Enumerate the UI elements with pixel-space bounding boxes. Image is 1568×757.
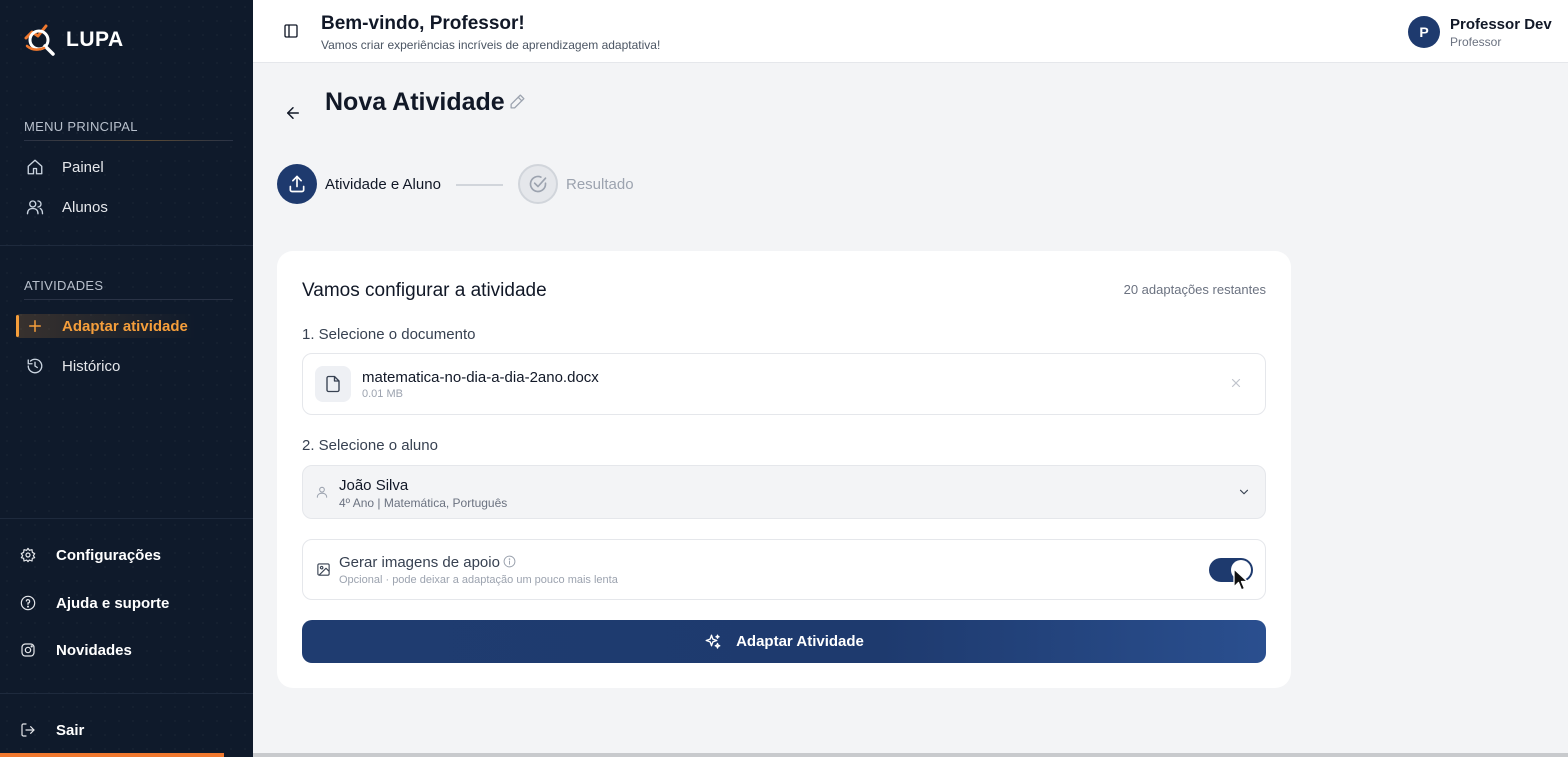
user-name: Professor Dev bbox=[1450, 16, 1552, 33]
student-select[interactable]: João Silva 4º Ano | Matemática, Portuguê… bbox=[302, 465, 1266, 519]
sidebar-toggle-icon[interactable] bbox=[283, 23, 299, 39]
logo[interactable]: LUPA bbox=[22, 22, 124, 58]
card-title: Vamos configurar a atividade bbox=[302, 280, 547, 301]
section-divider bbox=[24, 140, 233, 141]
sidebar-item-ajuda[interactable]: Ajuda e suporte bbox=[20, 591, 169, 615]
section-activities-label: ATIVIDADES bbox=[24, 278, 104, 293]
logout-button[interactable]: Sair bbox=[20, 718, 84, 742]
welcome-subtitle: Vamos criar experiências incríveis de ap… bbox=[321, 38, 661, 52]
sidebar-item-painel[interactable]: Painel bbox=[26, 155, 104, 179]
sidebar-divider bbox=[0, 693, 253, 694]
sidebar-divider bbox=[0, 518, 253, 519]
student-name: João Silva bbox=[339, 477, 409, 494]
file-icon-wrap bbox=[315, 366, 351, 402]
sidebar-divider bbox=[0, 245, 253, 246]
config-card: Vamos configurar a atividade 20 adaptaçõ… bbox=[277, 251, 1291, 688]
check-circle-icon bbox=[529, 175, 547, 193]
users-icon bbox=[26, 200, 44, 215]
back-arrow-icon[interactable] bbox=[284, 104, 302, 122]
selected-file[interactable]: matematica-no-dia-a-dia-2ano.docx 0.01 M… bbox=[302, 353, 1266, 415]
step-2-label: Resultado bbox=[566, 176, 634, 193]
welcome-title: Bem-vindo, Professor! bbox=[321, 13, 525, 34]
gear-icon bbox=[20, 547, 36, 563]
sidebar-item-novidades[interactable]: Novidades bbox=[20, 638, 132, 662]
images-label: Gerar imagens de apoio bbox=[339, 554, 500, 571]
sidebar-item-label: Alunos bbox=[62, 198, 108, 216]
step-1-indicator bbox=[277, 164, 317, 204]
adapt-button-label: Adaptar Atividade bbox=[736, 633, 864, 650]
image-icon bbox=[317, 563, 330, 576]
app-name: LUPA bbox=[66, 28, 124, 51]
section-main-label: MENU PRINCIPAL bbox=[24, 119, 138, 134]
edit-pencil-icon[interactable] bbox=[509, 93, 526, 110]
upload-icon bbox=[289, 175, 305, 193]
adapt-activity-button[interactable]: Adaptar Atividade bbox=[302, 620, 1266, 663]
active-item-indicator bbox=[16, 315, 19, 337]
avatar[interactable]: P bbox=[1408, 16, 1440, 48]
sidebar-item-configuracoes[interactable]: Configurações bbox=[20, 543, 161, 567]
mouse-cursor-icon bbox=[1233, 568, 1249, 591]
images-sublabel: Opcional · pode deixar a adaptação um po… bbox=[339, 574, 618, 586]
section-divider bbox=[24, 299, 233, 300]
sidebar-item-label: Novidades bbox=[56, 641, 132, 659]
file-name: matematica-no-dia-a-dia-2ano.docx bbox=[362, 369, 599, 386]
sidebar-item-historico[interactable]: Histórico bbox=[26, 354, 120, 378]
lupa-logo-icon bbox=[24, 24, 55, 56]
home-icon bbox=[27, 159, 43, 175]
info-icon[interactable] bbox=[503, 555, 516, 568]
chevron-down-icon bbox=[1239, 489, 1249, 495]
sidebar-item-label: Ajuda e suporte bbox=[56, 594, 170, 612]
student-meta: 4º Ano | Matemática, Português bbox=[339, 496, 508, 510]
sidebar-item-label: Adaptar atividade bbox=[62, 317, 188, 335]
instagram-icon bbox=[21, 643, 35, 657]
page-title: Nova Atividade bbox=[325, 88, 505, 116]
sidebar-item-label: Configurações bbox=[56, 546, 162, 564]
sidebar-accent-strip bbox=[0, 753, 224, 757]
file-size: 0.01 MB bbox=[362, 388, 403, 400]
history-icon bbox=[27, 358, 43, 374]
document-label: 1. Selecione o documento bbox=[302, 326, 476, 343]
logout-label: Sair bbox=[56, 721, 85, 739]
logout-icon bbox=[21, 723, 35, 737]
file-icon bbox=[326, 375, 340, 393]
help-icon bbox=[20, 595, 36, 611]
sidebar: LUPA MENU PRINCIPAL Painel Alunos ATIVID… bbox=[0, 0, 253, 757]
step-connector bbox=[456, 184, 503, 186]
sidebar-item-label: Histórico bbox=[62, 357, 121, 375]
sidebar-item-label: Painel bbox=[62, 158, 104, 176]
sparkles-icon bbox=[705, 634, 721, 649]
topbar: Bem-vindo, Professor! Vamos criar experi… bbox=[253, 0, 1568, 63]
window-bottom-edge bbox=[253, 753, 1568, 757]
student-label: 2. Selecione o aluno bbox=[302, 437, 438, 454]
step-1-label: Atividade e Aluno bbox=[325, 176, 441, 193]
close-icon[interactable] bbox=[1229, 376, 1243, 390]
remaining-adaptations: 20 adaptações restantes bbox=[1123, 282, 1266, 297]
sidebar-item-adaptar-atividade[interactable]: Adaptar atividade bbox=[26, 314, 188, 338]
step-2-indicator bbox=[518, 164, 558, 204]
sidebar-item-alunos[interactable]: Alunos bbox=[26, 195, 108, 219]
plus-icon bbox=[29, 320, 41, 332]
user-role: Professor bbox=[1450, 35, 1502, 49]
support-images-option: Gerar imagens de apoio Opcional · pode d… bbox=[302, 539, 1266, 600]
user-icon bbox=[316, 486, 328, 498]
